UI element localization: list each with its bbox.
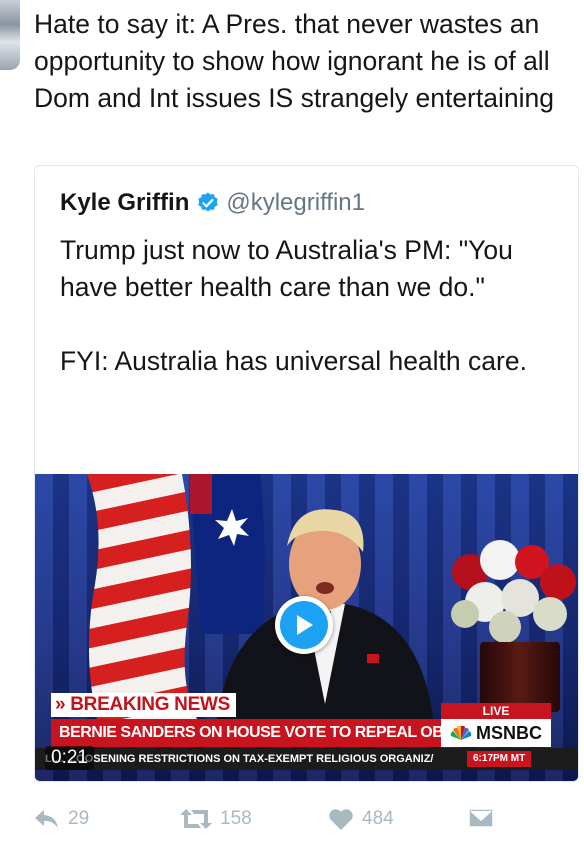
news-ticker: LI... ...OOSENING RESTRICTIONS ON TAX-EX… bbox=[35, 748, 578, 770]
direct-message-icon bbox=[468, 808, 494, 828]
quoted-tweet-card[interactable]: Kyle Griffin @kylegriffin1 Trump just no… bbox=[34, 165, 579, 782]
ticker-text: LI... ...OOSENING RESTRICTIONS ON TAX-EX… bbox=[45, 753, 434, 765]
network-logo: MSNBC bbox=[441, 719, 551, 747]
quoted-tweet-line-1: Trump just now to Australia's PM: "You h… bbox=[60, 235, 513, 302]
tweet-actions: 29 158 484 bbox=[34, 802, 554, 836]
heart-icon bbox=[329, 808, 353, 830]
quoted-tweet-text: Trump just now to Australia's PM: "You h… bbox=[60, 232, 560, 380]
chevron-double-icon: » bbox=[55, 694, 66, 715]
peacock-icon bbox=[450, 726, 472, 740]
ticker-time: 6:17PM MT bbox=[467, 751, 532, 767]
quoted-tweet-header: Kyle Griffin @kylegriffin1 bbox=[60, 188, 365, 218]
verified-badge-icon bbox=[198, 192, 219, 212]
direct-message-button[interactable] bbox=[468, 802, 494, 836]
author-handle[interactable]: @kylegriffin1 bbox=[226, 188, 365, 218]
reply-icon bbox=[35, 810, 58, 828]
network-name: MSNBC bbox=[476, 722, 542, 743]
retweet-count: 158 bbox=[220, 808, 252, 829]
us-flag-image bbox=[87, 474, 197, 719]
avatar[interactable] bbox=[0, 0, 20, 70]
play-icon bbox=[280, 601, 328, 649]
like-button[interactable]: 484 bbox=[328, 802, 394, 836]
reply-button[interactable]: 29 bbox=[34, 802, 89, 836]
author-name[interactable]: Kyle Griffin bbox=[60, 188, 189, 218]
video-player[interactable]: » BREAKING NEWS BERNIE SANDERS ON HOUSE … bbox=[35, 474, 578, 781]
play-button[interactable] bbox=[275, 596, 333, 654]
like-count: 484 bbox=[362, 808, 394, 829]
quoted-tweet-line-2: FYI: Australia has universal health care… bbox=[60, 346, 527, 376]
retweet-icon bbox=[180, 809, 212, 829]
breaking-news-text: BREAKING NEWS bbox=[70, 694, 230, 715]
tweet-text: Hate to say it: A Pres. that never waste… bbox=[34, 9, 554, 113]
chyron-headline: BERNIE SANDERS ON HOUSE VOTE TO REPEAL O… bbox=[51, 719, 522, 747]
video-duration: 0:21 bbox=[45, 746, 94, 770]
flowers-image bbox=[451, 540, 576, 643]
reply-count: 29 bbox=[68, 808, 90, 829]
retweet-button[interactable]: 158 bbox=[180, 802, 252, 836]
breaking-news-label: » BREAKING NEWS bbox=[51, 693, 236, 717]
vase-image bbox=[480, 642, 560, 712]
live-badge: LIVE bbox=[441, 703, 551, 719]
